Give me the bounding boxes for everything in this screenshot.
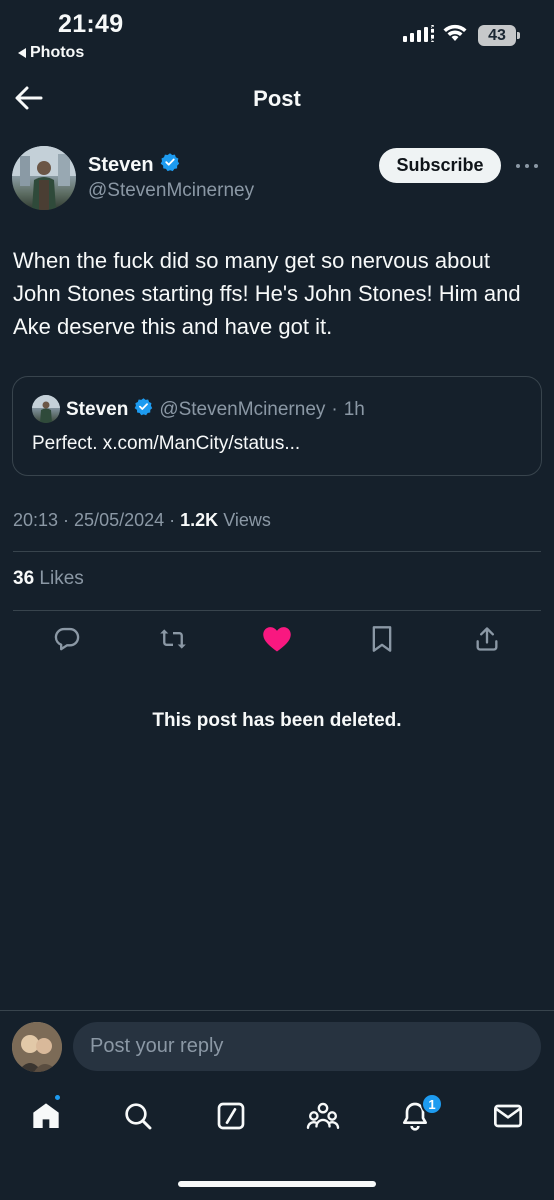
post-timestamp: 20:13 · 25/05/2024 · — [13, 510, 176, 530]
bookmark-icon[interactable] — [367, 624, 397, 654]
author-name[interactable]: Steven — [88, 152, 180, 178]
back-to-photos-link[interactable]: Photos — [18, 44, 84, 62]
likes-label: Likes — [39, 568, 84, 589]
author-name-text: Steven — [88, 153, 154, 176]
quoted-post-text: Perfect. x.com/ManCity/status... — [32, 433, 301, 454]
quoted-author-avatar — [32, 395, 60, 423]
quoted-post-card[interactable] — [12, 376, 542, 476]
messages-icon[interactable] — [490, 1098, 526, 1134]
quoted-separator: · — [331, 398, 338, 420]
repost-icon[interactable] — [158, 624, 188, 654]
verified-badge-icon — [134, 397, 153, 422]
like-icon[interactable] — [262, 624, 292, 654]
page-title: Post — [253, 86, 301, 111]
likes-count: 36 — [13, 568, 35, 589]
search-icon[interactable] — [120, 1098, 156, 1134]
current-user-avatar[interactable] — [12, 1022, 62, 1072]
grok-icon[interactable] — [213, 1098, 249, 1134]
post-text: When the fuck did so many get so nervous… — [13, 248, 521, 339]
views-label: Views — [223, 510, 271, 530]
back-triangle-icon — [18, 48, 26, 58]
divider — [13, 551, 541, 552]
divider — [13, 610, 541, 611]
subscribe-button[interactable]: Subscribe — [379, 148, 501, 183]
communities-icon[interactable] — [305, 1098, 341, 1134]
wifi-icon — [442, 22, 468, 49]
deleted-post-notice: This post has been deleted. — [152, 710, 402, 731]
quoted-post-age: 1h — [343, 398, 365, 420]
reply-input[interactable]: Post your reply — [73, 1022, 541, 1071]
quoted-author-name: Steven — [66, 398, 129, 420]
quoted-author-handle: @StevenMcinerney — [159, 398, 326, 420]
more-options-icon[interactable] — [515, 154, 539, 177]
home-icon[interactable] — [28, 1098, 64, 1134]
likes-link[interactable]: 36 Likes — [13, 568, 84, 590]
quoted-post-header: Steven @StevenMcinerney · 1h — [66, 397, 365, 422]
author-avatar[interactable] — [12, 146, 76, 210]
reply-icon[interactable] — [52, 624, 82, 654]
back-app-label: Photos — [30, 44, 85, 61]
home-notification-dot — [53, 1093, 62, 1102]
author-handle[interactable]: @StevenMcinerney — [88, 180, 254, 202]
verified-badge-icon — [160, 152, 180, 178]
battery-indicator: 43 — [478, 25, 520, 46]
status-time: 21:49 — [58, 10, 124, 38]
notifications-badge: 1 — [421, 1093, 443, 1115]
share-icon[interactable] — [472, 624, 502, 654]
views-count: 1.2K — [180, 510, 219, 530]
divider — [0, 1010, 554, 1011]
cellular-signal-icon — [403, 25, 434, 42]
home-indicator[interactable] — [178, 1181, 376, 1187]
post-metadata: 20:13 · 25/05/2024 · 1.2K Views — [13, 510, 271, 531]
